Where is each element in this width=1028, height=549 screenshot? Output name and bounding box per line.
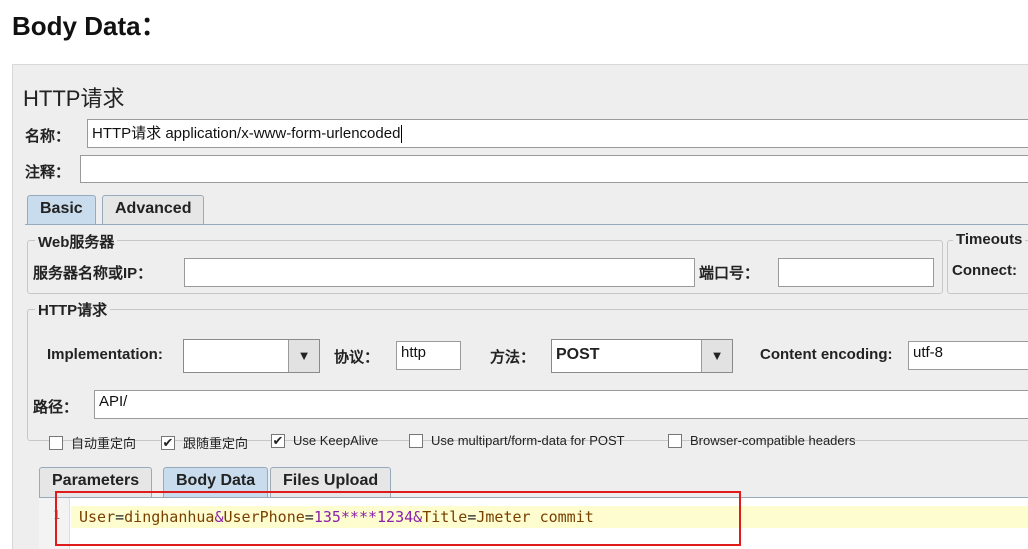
http-request-legend: HTTP请求 [35, 299, 111, 320]
checkbox-box[interactable] [49, 435, 63, 450]
implementation-label: Implementation: [47, 346, 163, 363]
encoding-input[interactable]: utf-8 [908, 341, 1028, 370]
checkbox-label: 自动重定向 [71, 436, 137, 451]
check-icon[interactable]: ✔ [271, 433, 285, 448]
implementation-select[interactable]: ▼ [183, 339, 320, 373]
chevron-down-icon[interactable]: ▼ [701, 340, 732, 372]
path-label: 路径： [33, 399, 79, 416]
checkbox-multipart[interactable]: Use multipart/form-data for POST [409, 433, 625, 448]
timeouts-legend: Timeouts [953, 231, 1026, 248]
checkbox-box[interactable] [668, 433, 682, 448]
method-label: 方法： [490, 349, 536, 366]
protocol-input[interactable]: http [396, 341, 461, 370]
page-heading: Body Data： [12, 11, 167, 41]
panel-title: HTTP请求 [23, 86, 125, 111]
http-request-panel: HTTP请求 名称： HTTP请求 application/x-www-form… [12, 64, 1028, 549]
method-select[interactable]: POST ▼ [551, 339, 733, 373]
name-field[interactable]: HTTP请求 application/x-www-form-urlencoded [87, 119, 1028, 148]
text-caret [401, 125, 403, 144]
checkbox-label: Browser-compatible headers [690, 433, 856, 448]
method-value: POST [556, 346, 600, 363]
checkbox-box[interactable] [409, 433, 423, 448]
protocol-label: 协议： [334, 349, 380, 366]
highlight-annotation-box [55, 491, 741, 546]
tab-advanced[interactable]: Advanced [102, 195, 205, 225]
http-request-group [27, 309, 1028, 441]
server-name-input[interactable] [184, 258, 695, 287]
checkbox-auto-redirect[interactable]: 自动重定向 [49, 433, 136, 452]
checkbox-follow-redirect[interactable]: ✔ 跟随重定向 [161, 433, 248, 452]
checkbox-keepalive[interactable]: ✔ Use KeepAlive [271, 433, 378, 448]
server-label: 服务器名称或IP： [33, 265, 153, 282]
name-label: 名称： [25, 128, 71, 145]
checkbox-label: 跟随重定向 [183, 436, 249, 451]
check-icon[interactable]: ✔ [161, 435, 175, 450]
encoding-label: Content encoding: [760, 346, 893, 363]
path-input[interactable]: API/ [94, 390, 1028, 419]
port-label: 端口号： [699, 265, 760, 282]
tab-divider [25, 224, 1028, 225]
checkbox-browser-headers[interactable]: Browser-compatible headers [668, 433, 855, 448]
chevron-down-icon[interactable]: ▼ [288, 340, 319, 372]
connect-label: Connect: [952, 262, 1017, 279]
tab-basic[interactable]: Basic [27, 195, 96, 225]
checkbox-label: Use KeepAlive [293, 433, 379, 448]
comment-field[interactable] [80, 155, 1028, 183]
checkbox-label: Use multipart/form-data for POST [431, 433, 625, 448]
comment-label: 注释： [25, 164, 71, 181]
port-input[interactable] [778, 258, 934, 287]
web-server-legend: Web服务器 [35, 231, 118, 252]
name-value: HTTP请求 application/x-www-form-urlencoded [92, 125, 401, 142]
